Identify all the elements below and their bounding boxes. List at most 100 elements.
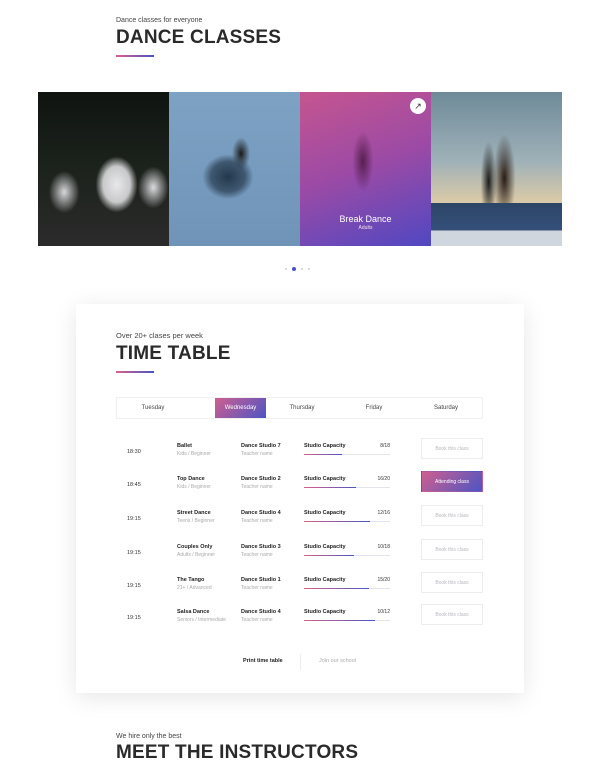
class-info: Street Dance Teens / Beginner	[177, 510, 215, 524]
class-info: Salsa Dance Seniors / Intermediate	[177, 609, 226, 623]
book-class-button[interactable]: Book this class	[421, 505, 483, 526]
timetable-footer: Print time table Join our school	[76, 654, 524, 670]
capacity-count: 10/12	[377, 609, 390, 615]
book-class-button[interactable]: Book this class	[421, 604, 483, 625]
studio-info: Dance Studio 4 Teacher name	[241, 510, 281, 524]
classes-carousel: ↗ Break Dance Adults	[38, 92, 562, 246]
capacity-bar-fill	[304, 487, 356, 488]
slide-couples[interactable]	[431, 92, 562, 246]
studio-info: Dance Studio 3 Teacher name	[241, 544, 281, 558]
schedule-row: 18:30 Ballet Kids / Beginner Dance Studio 7…	[116, 435, 486, 468]
studio-info: Dance Studio 4 Teacher name	[241, 609, 281, 623]
studio-name: Dance Studio 4	[241, 510, 281, 516]
schedule-list: 18:30 Ballet Kids / Beginner Dance Studio 7…	[116, 435, 486, 634]
teacher-name: Teacher name	[241, 451, 273, 457]
pagination-dot-active[interactable]	[292, 267, 296, 271]
page-title: DANCE CLASSES	[116, 27, 282, 48]
studio-capacity: Studio Capacity 12/16	[304, 510, 390, 522]
header-eyebrow: Dance classes for everyone	[116, 17, 203, 24]
class-time: 19:15	[127, 583, 141, 589]
capacity-label: Studio Capacity	[304, 443, 346, 449]
class-level: Seniors / Intermediate	[177, 617, 226, 623]
class-name: Salsa Dance	[177, 609, 210, 615]
capacity-bar	[304, 588, 390, 589]
teacher-name: Teacher name	[241, 552, 273, 558]
class-info: The Tango 21+ / Advanced	[177, 577, 212, 591]
teacher-name: Teacher name	[241, 518, 273, 524]
capacity-bar	[304, 521, 390, 522]
studio-capacity: Studio Capacity 15/20	[304, 577, 390, 589]
timetable-card: Over 20+ clases per week TIME TABLE Tues…	[76, 304, 524, 693]
class-time: 18:45	[127, 482, 141, 488]
slide-ballet[interactable]	[38, 92, 169, 246]
pagination-dot[interactable]	[301, 268, 303, 270]
teacher-name: Teacher name	[241, 585, 273, 591]
class-name: Top Dance	[177, 476, 205, 482]
studio-capacity: Studio Capacity 8/18	[304, 443, 390, 455]
contemporary-dancer-photo	[169, 92, 300, 246]
class-level: Teens / Beginner	[177, 518, 215, 524]
class-info: Ballet Kids / Beginner	[177, 443, 211, 457]
arrow-up-right-icon[interactable]: ↗	[410, 98, 426, 114]
tab-friday[interactable]: Friday	[338, 398, 410, 418]
capacity-bar-fill	[304, 521, 371, 522]
timetable-title: TIME TABLE	[116, 343, 231, 364]
class-time: 19:15	[127, 615, 141, 621]
class-time: 19:15	[127, 550, 141, 556]
dance-classes-header: Dance classes for everyone DANCE CLASSES	[116, 17, 281, 57]
print-timetable-button[interactable]: Print time table	[243, 658, 283, 664]
studio-capacity: Studio Capacity 10/12	[304, 609, 390, 621]
class-level: Kids / Beginner	[177, 484, 211, 490]
instructors-eyebrow: We hire only the best	[116, 733, 182, 740]
capacity-bar-fill	[304, 454, 342, 455]
class-name: The Tango	[177, 577, 205, 583]
studio-capacity: Studio Capacity 10/18	[304, 544, 390, 556]
pagination-dot[interactable]	[308, 268, 310, 270]
tab-wednesday[interactable]: Wednesday	[215, 398, 266, 418]
capacity-bar	[304, 620, 390, 621]
capacity-count: 16/20	[377, 476, 390, 482]
class-time: 18:30	[127, 449, 141, 455]
tab-tuesday[interactable]: Tuesday	[117, 398, 189, 418]
capacity-bar-fill	[304, 555, 354, 556]
studio-name: Dance Studio 2	[241, 476, 281, 482]
title-underline	[116, 371, 154, 373]
book-class-button[interactable]: Book this class	[421, 539, 483, 560]
instructors-title: MEET THE INSTRUCTORS	[116, 742, 359, 763]
capacity-bar	[304, 487, 390, 488]
tab-thursday[interactable]: Thursday	[266, 398, 338, 418]
book-class-button[interactable]: Book this class	[421, 572, 483, 593]
pagination-dot[interactable]	[285, 268, 287, 270]
attending-class-button[interactable]: Attending class	[421, 471, 483, 492]
join-school-button[interactable]: Join our school	[319, 658, 356, 664]
slide-contemporary[interactable]	[169, 92, 300, 246]
class-level: Adults / Beginner	[177, 552, 216, 558]
title-underline	[116, 55, 154, 57]
carousel-pagination	[285, 267, 310, 271]
schedule-row: 19:15 The Tango 21+ / Advanced Dance Studio…	[116, 569, 486, 601]
couple-dancers-photo	[431, 92, 562, 246]
instructors-header: We hire only the best MEET THE INSTRUCTO…	[116, 733, 358, 764]
class-level: 21+ / Advanced	[177, 585, 212, 591]
teacher-name: Teacher name	[241, 617, 273, 623]
capacity-bar-fill	[304, 588, 369, 589]
schedule-row: 19:15 Street Dance Teens / Beginner Dance S…	[116, 502, 486, 536]
slide-break-dance[interactable]: ↗ Break Dance Adults	[300, 92, 431, 246]
class-info: Couples Only Adults / Beginner	[177, 544, 215, 558]
book-class-button[interactable]: Book this class	[421, 438, 483, 459]
studio-info: Dance Studio 7 Teacher name	[241, 443, 281, 457]
capacity-bar	[304, 454, 390, 455]
timetable-header: Over 20+ clases per week TIME TABLE	[116, 331, 231, 373]
capacity-count: 10/18	[377, 544, 390, 550]
class-info: Top Dance Kids / Beginner	[177, 476, 211, 490]
capacity-bar-fill	[304, 620, 376, 621]
studio-info: Dance Studio 2 Teacher name	[241, 476, 281, 490]
capacity-count: 15/20	[377, 577, 390, 583]
class-name: Ballet	[177, 443, 192, 449]
studio-name: Dance Studio 3	[241, 544, 281, 550]
class-level: Kids / Beginner	[177, 451, 211, 457]
class-name: Street Dance	[177, 510, 211, 516]
schedule-row: 19:15 Salsa Dance Seniors / Intermediate Da…	[116, 601, 486, 634]
class-name: Couples Only	[177, 544, 213, 550]
tab-saturday[interactable]: Saturday	[410, 398, 482, 418]
